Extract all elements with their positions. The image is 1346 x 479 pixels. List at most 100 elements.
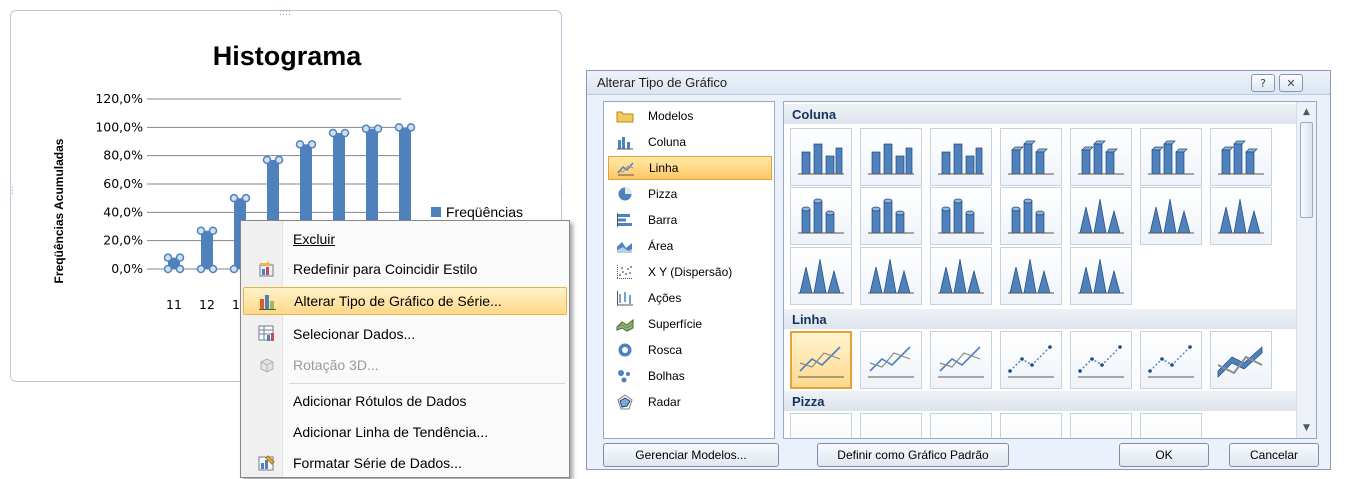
menu-item-change-series-chart-type[interactable]: Alterar Tipo de Gráfico de Série... [243,287,567,315]
type-item-rosca[interactable]: Rosca [608,338,772,362]
column-subtype-1[interactable] [790,128,852,186]
cone-subtype-4[interactable] [1000,247,1062,305]
selection-handle[interactable] [340,128,350,138]
selection-handle[interactable] [196,264,206,274]
type-label: Coluna [648,135,687,149]
menu-item-add-data-labels[interactable]: Adicionar Rótulos de Dados [243,387,567,415]
menu-item-format-series[interactable]: Formatar Série de Dados... [243,449,567,477]
pie-subtype-6[interactable] [1140,413,1202,438]
pie-subtype-5[interactable] [1070,413,1132,438]
type-label: Área [648,239,674,253]
cone-subtype-3[interactable] [930,247,992,305]
cylinder-subtype-2[interactable] [860,187,922,245]
line-subtype-6[interactable] [1140,331,1202,389]
cancel-button[interactable]: Cancelar [1229,443,1319,467]
area-chart-icon [614,238,636,254]
type-label: Modelos [648,109,694,123]
menu-item-add-trendline[interactable]: Adicionar Linha de Tendência... [243,418,567,446]
selection-handle[interactable] [373,124,383,133]
type-item-barra[interactable]: Barra [608,208,772,232]
selection-handle[interactable] [274,155,284,165]
type-item-bolhas[interactable]: Bolhas [608,364,772,388]
type-item-radar[interactable]: Radar [608,390,772,414]
selection-handle[interactable] [328,128,338,138]
menu-item-label: Alterar Tipo de Gráfico de Série... [294,293,502,309]
type-item-acoes[interactable]: Ações [608,286,772,310]
pie-subtype-4[interactable] [1000,413,1062,438]
column-subtype-5[interactable] [1070,128,1132,186]
close-button[interactable]: ✕ [1279,74,1303,92]
column-subtype-4[interactable] [1000,128,1062,186]
legend[interactable]: Freqüências [431,204,523,220]
type-item-superficie[interactable]: Superfície [608,312,772,336]
type-item-coluna[interactable]: Coluna [608,130,772,154]
button-label: Gerenciar Modelos... [635,448,747,462]
dialog-titlebar[interactable]: Alterar Tipo de Gráfico ? ✕ [587,71,1330,95]
type-label: Linha [649,161,679,175]
type-item-xy-scatter[interactable]: X Y (Dispersão) [608,260,772,284]
type-item-linha[interactable]: Linha [608,156,772,180]
column-subtype-3[interactable] [930,128,992,186]
line-subtype-2[interactable] [860,331,922,389]
line-subtype-3[interactable] [930,331,992,389]
selection-handle[interactable] [163,253,173,262]
cylinder-subtype-4[interactable] [1000,187,1062,245]
menu-item-3d-rotation[interactable]: Rotação 3D... [243,351,567,379]
chart-subtype-gallery: Coluna Linha Pizza ▲ ▼ [783,101,1317,439]
menu-item-excluir[interactable]: Excluir [243,225,567,253]
selection-handle[interactable] [406,123,416,132]
selection-handle[interactable] [361,124,371,133]
selection-handle[interactable] [295,140,305,149]
column-subtype-7[interactable] [1210,128,1272,186]
section-header-coluna: Coluna [784,104,1296,124]
line-subtype-5[interactable] [1070,331,1132,389]
selection-handle[interactable] [229,193,239,203]
scroll-down-icon[interactable]: ▼ [1297,420,1316,436]
cylinder-subtype-7[interactable] [1210,187,1272,245]
menu-item-select-data[interactable]: Selecionar Dados... [243,320,567,348]
histogram-bar[interactable] [201,230,213,269]
scroll-thumb[interactable] [1300,122,1313,218]
scroll-up-icon[interactable]: ▲ [1297,104,1316,120]
column-subtype-6[interactable] [1140,128,1202,186]
selection-handle[interactable] [175,264,185,274]
pie-subtype-2[interactable] [860,413,922,438]
selection-handle[interactable] [208,226,218,235]
selection-handle[interactable] [307,140,317,149]
manage-templates-button[interactable]: Gerenciar Modelos... [603,443,779,467]
menu-item-reset-style[interactable]: Redefinir para Coincidir Estilo [243,255,567,283]
selection-handle[interactable] [262,155,272,165]
help-button[interactable]: ? [1251,74,1275,92]
type-item-pizza[interactable]: Pizza [608,182,772,206]
gallery-scrollbar[interactable]: ▲ ▼ [1296,102,1316,438]
type-item-area[interactable]: Área [608,234,772,258]
selection-handle[interactable] [229,264,239,274]
ok-button[interactable]: OK [1119,443,1209,467]
x-tick-label: 12 [199,297,215,312]
pie-subtype-1[interactable] [790,413,852,438]
cone-subtype-2[interactable] [860,247,922,305]
line-subtype-4[interactable] [1000,331,1062,389]
selection-handle[interactable] [241,193,251,203]
line-subtype-1[interactable] [790,331,852,389]
column-subtype-2[interactable] [860,128,922,186]
selection-handle[interactable] [208,264,218,274]
cylinder-subtype-6[interactable] [1140,187,1202,245]
legend-label: Freqüências [446,204,524,220]
cone-subtype-5[interactable] [1070,247,1132,305]
pie-subtype-3[interactable] [930,413,992,438]
selection-handle[interactable] [394,123,404,132]
cylinder-subtype-1[interactable] [790,187,852,245]
line-subtype-7[interactable] [1210,331,1272,389]
cone-subtype-1[interactable] [790,247,852,305]
blank-icon [249,390,285,412]
cylinder-subtype-3[interactable] [930,187,992,245]
selection-handle[interactable] [196,226,206,235]
cylinder-subtype-5[interactable] [1070,187,1132,245]
selection-handle[interactable] [175,253,185,262]
y-tick-label: 0,0% [111,261,143,276]
selection-handle[interactable] [163,264,173,274]
set-default-chart-button[interactable]: Definir como Gráfico Padrão [817,443,1009,467]
type-item-modelos[interactable]: Modelos [608,104,772,128]
change-chart-type-icon [250,290,286,312]
